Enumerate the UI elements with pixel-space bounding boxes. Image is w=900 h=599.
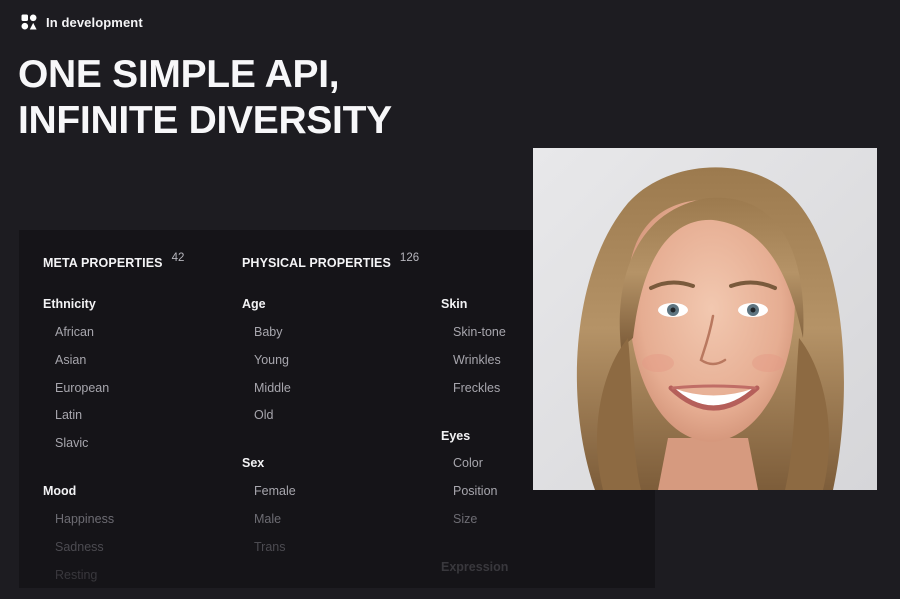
group-title-ethnicity: Ethnicity [43, 297, 96, 311]
physical-properties-count: 126 [399, 252, 420, 264]
property-item-european[interactable]: European [55, 381, 109, 395]
property-item-old[interactable]: Old [254, 408, 273, 422]
meta-properties-header: META PROPERTIES 42 [43, 252, 184, 270]
page-title-line-1: ONE SIMPLE API, [18, 53, 340, 96]
property-item-slavic[interactable]: Slavic [55, 436, 88, 450]
group-title-age: Age [242, 297, 266, 311]
page-title-line-2: INFINITE DIVERSITY [18, 99, 392, 142]
generated-face-image [533, 148, 877, 490]
group-title-eyes: Eyes [441, 429, 471, 443]
property-item-female[interactable]: Female [254, 484, 296, 498]
face-portrait-illustration [533, 148, 877, 490]
property-item-middle[interactable]: Middle [254, 381, 291, 395]
property-item-young[interactable]: Young [254, 353, 289, 367]
physical-properties-header: PHYSICAL PROPERTIES 126 [242, 252, 419, 270]
group-title-sex: Sex [242, 456, 265, 470]
property-item-asian[interactable]: Asian [55, 353, 86, 367]
property-item-happiness[interactable]: Happiness [55, 512, 114, 526]
page-title: ONE SIMPLE API, INFINITE DIVERSITY [18, 52, 392, 144]
physical-properties-column: PHYSICAL PROPERTIES 126 [242, 252, 419, 270]
property-item-skin-tone[interactable]: Skin-tone [453, 325, 506, 339]
meta-properties-count: 42 [171, 252, 185, 264]
group-title-skin: Skin [441, 297, 468, 311]
property-item-male[interactable]: Male [254, 512, 281, 526]
meta-properties-column: META PROPERTIES 42 [43, 252, 184, 270]
brand-shapes-icon [21, 14, 37, 30]
property-item-resting[interactable]: Resting [55, 568, 97, 582]
status-badge-label: In development [46, 14, 143, 30]
property-item-latin[interactable]: Latin [55, 408, 82, 422]
property-item-color[interactable]: Color [453, 456, 483, 470]
property-item-sadness[interactable]: Sadness [55, 540, 104, 554]
property-item-size[interactable]: Size [453, 512, 477, 526]
group-title-mood: Mood [43, 484, 77, 498]
property-item-wrinkles[interactable]: Wrinkles [453, 353, 501, 367]
meta-properties-title: META PROPERTIES [43, 256, 163, 270]
physical-properties-title: PHYSICAL PROPERTIES [242, 256, 391, 270]
property-item-trans[interactable]: Trans [254, 540, 286, 554]
group-title-expression: Expression [441, 560, 509, 574]
property-item-african[interactable]: African [55, 325, 94, 339]
property-item-position[interactable]: Position [453, 484, 497, 498]
status-badge: In development [21, 14, 143, 30]
property-item-freckles[interactable]: Freckles [453, 381, 500, 395]
property-item-baby[interactable]: Baby [254, 325, 283, 339]
